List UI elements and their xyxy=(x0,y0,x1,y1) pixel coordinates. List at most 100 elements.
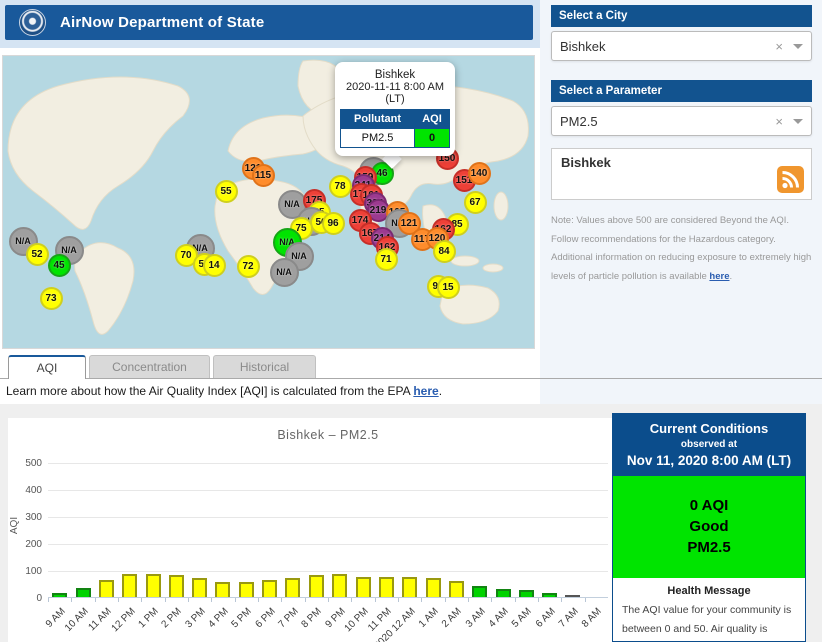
chart-x-tick xyxy=(585,598,586,602)
learn-more-text: Learn more about how the Air Quality Ind… xyxy=(6,384,442,398)
chart-x-tick xyxy=(491,598,492,602)
chart-x-tick xyxy=(538,598,539,602)
aqi-marker[interactable]: 71 xyxy=(375,248,398,271)
page-title: AirNow Department of State xyxy=(60,14,264,31)
select-city-header: Select a City xyxy=(551,5,812,27)
chart-bar xyxy=(122,574,137,597)
chart-x-tick xyxy=(188,598,189,602)
aqi-marker[interactable]: 115 xyxy=(252,164,275,187)
city-clear-icon[interactable]: × xyxy=(775,39,783,54)
chart-bar xyxy=(519,590,534,597)
tab-bar: AQI Concentration Historical xyxy=(0,355,822,379)
aqi-world-map[interactable]: N/A52N/A457312111555N/A70591472N/A17565N… xyxy=(2,55,535,349)
city-select[interactable]: Bishkek × xyxy=(551,31,812,61)
chart-x-tick xyxy=(468,598,469,602)
chart-x-tick xyxy=(211,598,212,602)
note-text: Note: Values above 500 are considered Be… xyxy=(551,215,811,282)
chart-x-tick xyxy=(141,598,142,602)
current-conditions-panel: Current Conditions observed at Nov 11, 2… xyxy=(612,413,806,642)
aqi-pollutant: PM2.5 xyxy=(613,539,805,556)
chart-bar xyxy=(356,577,371,597)
parameter-chevron-down-icon[interactable] xyxy=(793,119,803,124)
chart-x-tick xyxy=(165,598,166,602)
app-header: AirNow Department of State xyxy=(5,5,533,40)
chart-gridline xyxy=(48,517,608,518)
chart-gridline xyxy=(48,544,608,545)
chart-plot-area xyxy=(48,458,608,598)
chart-bar xyxy=(426,578,441,597)
chart-y-tick-label: 100 xyxy=(12,566,42,577)
chart-x-tick xyxy=(235,598,236,602)
chart-x-tick xyxy=(398,598,399,602)
chart-x-tick xyxy=(445,598,446,602)
aqi-chart: Bishkek – PM2.5 AQI 0100200300400500 9 A… xyxy=(8,418,612,642)
chart-bar xyxy=(309,575,324,597)
map-popup: Bishkek 2020-11-11 8:00 AM (LT) Pollutan… xyxy=(335,62,455,156)
current-conditions-header: Current Conditions observed at Nov 11, 2… xyxy=(613,414,805,476)
chart-bar xyxy=(169,575,184,597)
chart-x-labels: 9 AM10 AM11 AM12 PM1 PM2 PM3 PM4 PM5 PM6… xyxy=(48,606,608,642)
aqi-marker[interactable]: 140 xyxy=(468,162,491,185)
aqi-marker[interactable]: 73 xyxy=(40,287,63,310)
chart-bar xyxy=(565,595,580,597)
chart-y-tick-label: 200 xyxy=(12,539,42,550)
popup-city: Bishkek xyxy=(340,69,450,81)
chart-x-tick xyxy=(118,598,119,602)
aqi-marker[interactable]: 52 xyxy=(26,243,49,266)
select-parameter-header: Select a Parameter xyxy=(551,80,812,102)
chart-bar xyxy=(332,574,347,597)
chart-bar xyxy=(76,588,91,597)
tab-concentration[interactable]: Concentration xyxy=(89,355,210,378)
city-select-value: Bishkek xyxy=(560,39,775,54)
city-chevron-down-icon[interactable] xyxy=(793,44,803,49)
epa-here-link[interactable]: here xyxy=(413,384,438,398)
aqi-status-box: 0 AQI Good PM2.5 xyxy=(613,476,805,578)
aqi-marker[interactable]: 55 xyxy=(215,180,238,203)
chart-bar xyxy=(285,578,300,597)
rss-icon[interactable] xyxy=(777,166,804,193)
chart-x-tick xyxy=(281,598,282,602)
popup-datetime: 2020-11-11 8:00 AM xyxy=(340,81,450,93)
aqi-marker[interactable]: 78 xyxy=(329,175,352,198)
aqi-note: Note: Values above 500 are considered Be… xyxy=(551,212,812,286)
chart-bar xyxy=(99,580,114,597)
chart-bar xyxy=(239,582,254,597)
parameter-clear-icon[interactable]: × xyxy=(775,114,783,129)
aqi-marker[interactable]: 84 xyxy=(433,240,456,263)
popup-timezone: (LT) xyxy=(340,93,450,105)
aqi-category: Good xyxy=(613,518,805,535)
chart-x-tick xyxy=(71,598,72,602)
chart-bar xyxy=(146,574,161,597)
health-message-body: The AQI value for your community is betw… xyxy=(622,601,796,642)
note-period: . xyxy=(730,271,733,282)
chart-bar xyxy=(215,582,230,597)
tab-aqi[interactable]: AQI xyxy=(8,355,86,379)
aqi-marker[interactable]: 67 xyxy=(464,191,487,214)
popup-aqi-value: 0 xyxy=(415,129,450,148)
chart-y-tick-label: 300 xyxy=(12,512,42,523)
health-message-section: Health Message The AQI value for your co… xyxy=(613,578,805,642)
aqi-marker[interactable]: 15 xyxy=(437,276,460,299)
popup-pollutant-value: PM2.5 xyxy=(341,129,415,148)
chart-bar xyxy=(496,589,511,597)
note-here-link[interactable]: here xyxy=(709,271,729,282)
chart-y-tick-label: 500 xyxy=(12,458,42,469)
chart-x-tick xyxy=(421,598,422,602)
observed-time: Nov 11, 2020 8:00 AM (LT) xyxy=(617,453,801,468)
aqi-marker[interactable]: 14 xyxy=(203,254,226,277)
map-landmass xyxy=(3,56,535,349)
chart-x-tick xyxy=(328,598,329,602)
chart-x-tick xyxy=(305,598,306,602)
parameter-select[interactable]: PM2.5 × xyxy=(551,106,812,136)
aqi-marker[interactable]: 96 xyxy=(322,212,345,235)
aqi-marker[interactable]: 45 xyxy=(48,254,71,277)
health-message-title: Health Message xyxy=(622,585,796,597)
aqi-marker[interactable]: N/A xyxy=(270,258,299,287)
parameter-select-value: PM2.5 xyxy=(560,114,775,129)
chart-x-tick xyxy=(258,598,259,602)
chart-x-tick xyxy=(351,598,352,602)
chart-x-tick xyxy=(95,598,96,602)
aqi-marker[interactable]: 72 xyxy=(237,255,260,278)
tab-historical[interactable]: Historical xyxy=(213,355,316,378)
chart-gridline xyxy=(48,490,608,491)
